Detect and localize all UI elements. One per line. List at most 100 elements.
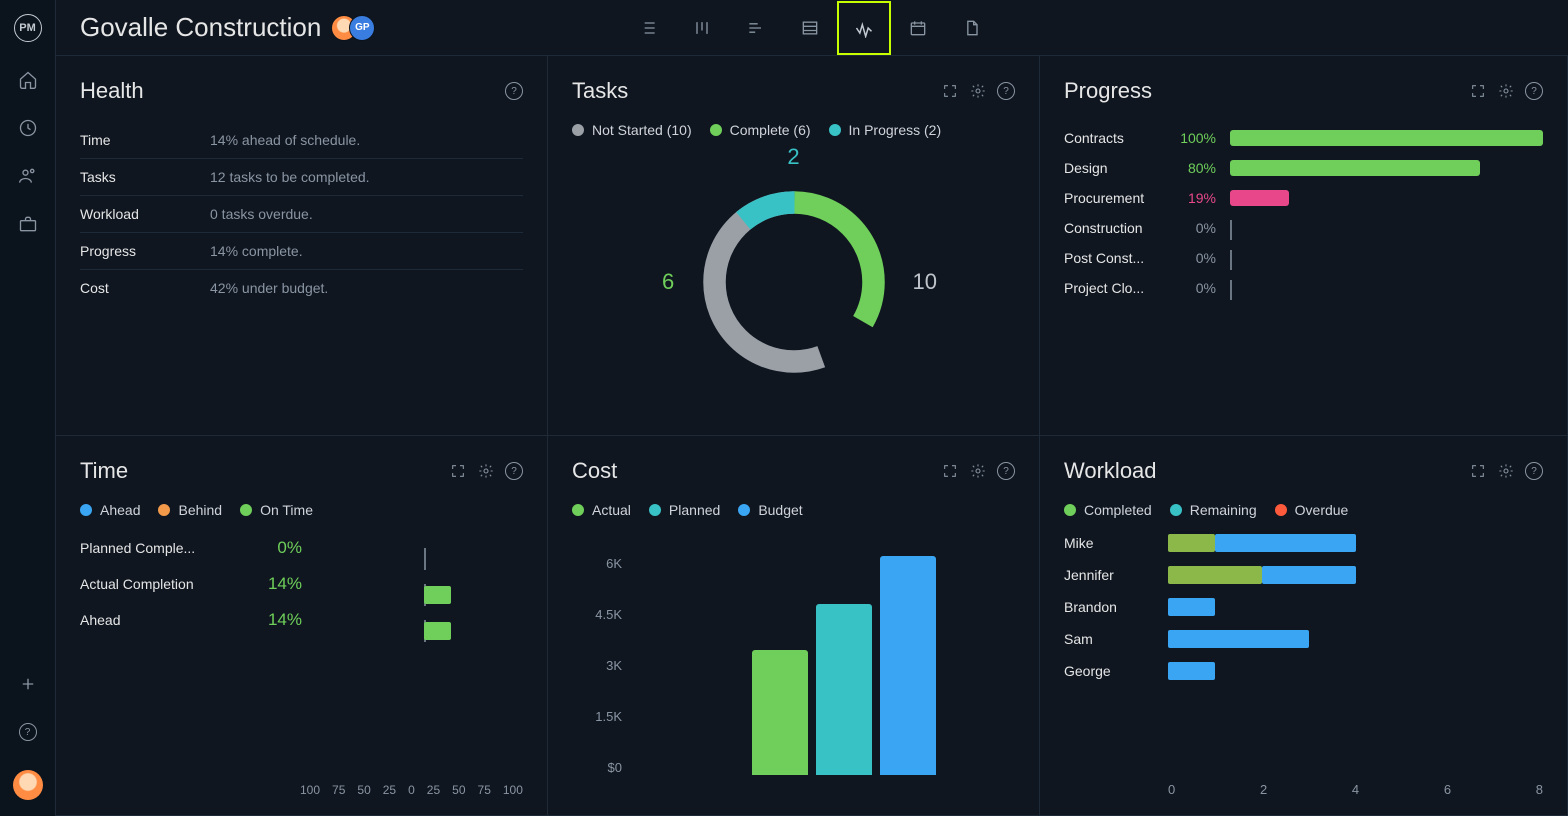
- cost-bar-planned: [816, 604, 872, 775]
- expand-icon[interactable]: [941, 462, 959, 480]
- workload-row: Jennifer: [1064, 566, 1543, 584]
- help-icon[interactable]: ?: [997, 82, 1015, 100]
- donut-label: 10: [913, 269, 937, 295]
- progress-panel: Progress ? Contracts100% Design80% Procu…: [1040, 56, 1568, 436]
- workload-row: Sam: [1064, 630, 1543, 648]
- legend-item: On Time: [240, 502, 313, 518]
- health-value: 14% complete.: [210, 243, 303, 259]
- panel-title: Health: [80, 78, 144, 104]
- legend-item: Actual: [572, 502, 631, 518]
- workload-panel: Workload ? Completed Remaining Overdue M…: [1040, 436, 1568, 816]
- clock-icon[interactable]: [18, 118, 38, 138]
- member-avatar[interactable]: GP: [349, 15, 375, 41]
- health-value: 12 tasks to be completed.: [210, 169, 370, 185]
- help-icon[interactable]: ?: [997, 462, 1015, 480]
- health-panel: Health ? Time 14% ahead of schedule. Task…: [56, 56, 548, 436]
- gear-icon[interactable]: [477, 462, 495, 480]
- progress-row: Construction0%: [1064, 220, 1543, 236]
- health-row: Tasks 12 tasks to be completed.: [80, 159, 523, 196]
- donut-label: 2: [787, 144, 799, 170]
- gear-icon[interactable]: [1497, 462, 1515, 480]
- cost-bars: [708, 556, 979, 775]
- health-label: Workload: [80, 206, 190, 222]
- expand-icon[interactable]: [1469, 462, 1487, 480]
- calendar-view-icon[interactable]: [891, 1, 945, 55]
- expand-icon[interactable]: [1469, 82, 1487, 100]
- board-view-icon[interactable]: [675, 1, 729, 55]
- workload-row: George: [1064, 662, 1543, 680]
- legend-item: In Progress (2): [829, 122, 942, 138]
- tasks-panel: Tasks ? Not Started (10) Complete (6) In…: [548, 56, 1040, 436]
- sheet-view-icon[interactable]: [783, 1, 837, 55]
- user-avatar[interactable]: [13, 770, 43, 800]
- help-icon[interactable]: ?: [1525, 462, 1543, 480]
- panel-title: Workload: [1064, 458, 1157, 484]
- panel-title: Time: [80, 458, 128, 484]
- health-label: Time: [80, 132, 190, 148]
- member-avatars[interactable]: GP: [337, 15, 375, 41]
- time-row: Actual Completion14%: [80, 574, 523, 594]
- health-row: Workload 0 tasks overdue.: [80, 196, 523, 233]
- time-row: Planned Comple...0%: [80, 538, 523, 558]
- legend-item: Budget: [738, 502, 802, 518]
- file-view-icon[interactable]: [945, 1, 999, 55]
- project-title: Govalle Construction: [80, 12, 321, 43]
- workload-axis: 02468: [1064, 782, 1543, 797]
- cost-panel: Cost ? Actual Planned Budget 6K4.5K3K1.5…: [548, 436, 1040, 816]
- health-label: Progress: [80, 243, 190, 259]
- legend-item: Completed: [1064, 502, 1152, 518]
- help-icon[interactable]: ?: [505, 82, 523, 100]
- legend-item: Behind: [158, 502, 222, 518]
- tasks-donut-chart: [689, 177, 899, 387]
- progress-row: Post Const...0%: [1064, 250, 1543, 266]
- workload-row: Mike: [1064, 534, 1543, 552]
- view-switcher: [621, 1, 999, 55]
- cost-yaxis: 6K4.5K3K1.5K$0: [572, 556, 622, 775]
- time-panel: Time ? Ahead Behind On Time Planned Comp…: [56, 436, 548, 816]
- panel-title: Progress: [1064, 78, 1152, 104]
- gear-icon[interactable]: [969, 82, 987, 100]
- panel-title: Tasks: [572, 78, 628, 104]
- help-icon[interactable]: ?: [18, 722, 38, 742]
- cost-bar-budget: [880, 556, 936, 775]
- health-value: 0 tasks overdue.: [210, 206, 313, 222]
- gear-icon[interactable]: [969, 462, 987, 480]
- home-icon[interactable]: [18, 70, 38, 90]
- list-view-icon[interactable]: [621, 1, 675, 55]
- help-icon[interactable]: ?: [1525, 82, 1543, 100]
- panel-title: Cost: [572, 458, 617, 484]
- gantt-view-icon[interactable]: [729, 1, 783, 55]
- briefcase-icon[interactable]: [18, 214, 38, 234]
- cost-bar-actual: [752, 650, 808, 775]
- plus-icon[interactable]: [18, 674, 38, 694]
- time-axis: 1007550250255075100: [80, 783, 523, 797]
- topbar: Govalle Construction GP: [56, 0, 1568, 56]
- health-row: Time 14% ahead of schedule.: [80, 122, 523, 159]
- health-label: Cost: [80, 280, 190, 296]
- app-logo[interactable]: PM: [14, 14, 42, 42]
- expand-icon[interactable]: [449, 462, 467, 480]
- progress-row: Procurement19%: [1064, 190, 1543, 206]
- health-value: 42% under budget.: [210, 280, 328, 296]
- health-value: 14% ahead of schedule.: [210, 132, 360, 148]
- team-icon[interactable]: [18, 166, 38, 186]
- help-icon[interactable]: ?: [505, 462, 523, 480]
- time-row: Ahead14%: [80, 610, 523, 630]
- progress-row: Project Clo...0%: [1064, 280, 1543, 296]
- legend-item: Overdue: [1275, 502, 1349, 518]
- expand-icon[interactable]: [941, 82, 959, 100]
- progress-row: Design80%: [1064, 160, 1543, 176]
- workload-row: Brandon: [1064, 598, 1543, 616]
- donut-label: 6: [662, 269, 674, 295]
- health-label: Tasks: [80, 169, 190, 185]
- dashboard-view-icon[interactable]: [837, 1, 891, 55]
- progress-row: Contracts100%: [1064, 130, 1543, 146]
- health-row: Cost 42% under budget.: [80, 270, 523, 306]
- legend-item: Ahead: [80, 502, 140, 518]
- legend-item: Not Started (10): [572, 122, 692, 138]
- gear-icon[interactable]: [1497, 82, 1515, 100]
- legend-item: Complete (6): [710, 122, 811, 138]
- health-row: Progress 14% complete.: [80, 233, 523, 270]
- legend-item: Planned: [649, 502, 720, 518]
- nav-rail: PM ?: [0, 0, 56, 816]
